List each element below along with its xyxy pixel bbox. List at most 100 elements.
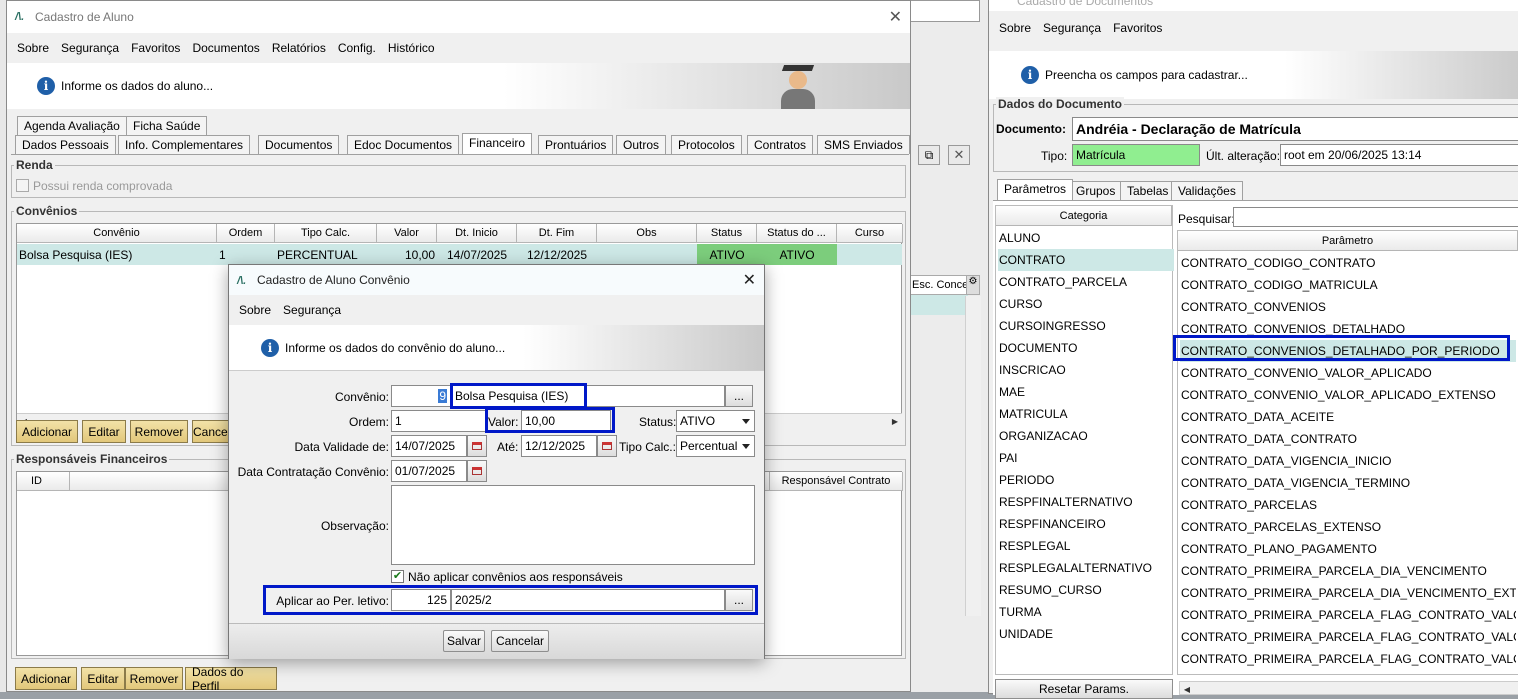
parametro-item[interactable]: CONTRATO_CONVENIOS_DETALHADO bbox=[1180, 318, 1516, 340]
contratacao-field[interactable]: 01/07/2025 bbox=[391, 460, 467, 482]
pesquisar-input[interactable] bbox=[1233, 207, 1518, 227]
categoria-header[interactable]: Categoria bbox=[996, 206, 1172, 226]
categoria-item[interactable]: RESPFINANCEIRO bbox=[998, 513, 1174, 535]
close-icon[interactable]: ✕ bbox=[889, 7, 902, 27]
convenio-code-field[interactable]: 9 bbox=[391, 385, 451, 407]
external-link-button[interactable]: ⧉ bbox=[918, 145, 940, 165]
parametro-item[interactable]: CONTRATO_DATA_VIGENCIA_INICIO bbox=[1180, 450, 1516, 472]
convenio-remover-button[interactable]: Remover bbox=[130, 420, 188, 443]
parametro-item[interactable]: CONTRATO_CONVENIOS bbox=[1180, 296, 1516, 318]
convenio-name-field[interactable]: Bolsa Pesquisa (IES) bbox=[451, 385, 725, 407]
tab-documentos[interactable]: Documentos bbox=[258, 135, 340, 154]
doc-tab-grupos[interactable]: Grupos bbox=[1069, 181, 1123, 200]
parametro-item[interactable]: CONTRATO_PRIMEIRA_PARCELA_FLAG_CONTRATO_… bbox=[1180, 604, 1516, 626]
parametro-item[interactable]: CONTRATO_DATA_ACEITE bbox=[1180, 406, 1516, 428]
tab-ficha-saude[interactable]: Ficha Saúde bbox=[126, 116, 208, 135]
doc-tab-parametros[interactable]: Parâmetros bbox=[997, 179, 1074, 200]
categoria-item[interactable]: ORGANIZACAO bbox=[998, 425, 1174, 447]
categoria-item[interactable]: CURSO bbox=[998, 293, 1174, 315]
doc-menu-sobre[interactable]: Sobre bbox=[999, 21, 1031, 35]
cancelar-button[interactable]: Cancelar bbox=[491, 630, 549, 652]
categoria-item[interactable]: MAE bbox=[998, 381, 1174, 403]
categoria-item[interactable]: RESPFINALTERNATIVO bbox=[998, 491, 1174, 513]
col-dt-inicio[interactable]: Dt. Inicio bbox=[437, 224, 517, 243]
table-row[interactable]: Bolsa Pesquisa (IES) 1 PERCENTUAL 10,00 … bbox=[17, 244, 902, 265]
convenio-editar-button[interactable]: Editar bbox=[82, 420, 126, 443]
doc-tab-tabelas[interactable]: Tabelas bbox=[1120, 181, 1176, 200]
menu-historico[interactable]: Histórico bbox=[388, 41, 435, 55]
menu-sobre[interactable]: Sobre bbox=[17, 41, 49, 55]
resp-remover-button[interactable]: Remover bbox=[125, 667, 183, 690]
validade-field[interactable]: 14/07/2025 bbox=[391, 435, 467, 457]
parametro-item[interactable]: CONTRATO_CONVENIOS_DETALHADO_POR_PERIODO bbox=[1180, 340, 1516, 362]
renda-checkbox[interactable] bbox=[16, 179, 29, 192]
categoria-item[interactable]: CURSOINGRESSO bbox=[998, 315, 1174, 337]
col-obs[interactable]: Obs bbox=[597, 224, 697, 243]
col-valor[interactable]: Valor bbox=[377, 224, 437, 243]
col-convenio[interactable]: Convênio bbox=[17, 224, 217, 243]
col-status-do[interactable]: Status do ... bbox=[757, 224, 837, 243]
tab-contratos[interactable]: Contratos bbox=[747, 135, 814, 154]
periodo-name-field[interactable]: 2025/2 bbox=[451, 589, 725, 611]
list-vertical-scrollbar[interactable] bbox=[965, 296, 981, 616]
parametro-item[interactable]: CONTRATO_PRIMEIRA_PARCELA_FLAG_CONTRATO_… bbox=[1180, 648, 1516, 670]
menu-favoritos[interactable]: Favoritos bbox=[131, 41, 180, 55]
valor-field[interactable]: 10,00 bbox=[521, 410, 611, 432]
tab-financeiro[interactable]: Financeiro bbox=[462, 133, 533, 154]
menu-seguranca[interactable]: Segurança bbox=[61, 41, 119, 55]
categoria-item[interactable]: MATRICULA bbox=[998, 403, 1174, 425]
resp-adicionar-button[interactable]: Adicionar bbox=[15, 667, 77, 690]
tipo-field[interactable]: Matrícula bbox=[1072, 144, 1200, 166]
ate-field[interactable]: 12/12/2025 bbox=[521, 435, 597, 457]
status-select[interactable]: ATIVO bbox=[676, 410, 755, 432]
categoria-item[interactable]: PAI bbox=[998, 447, 1174, 469]
categoria-item[interactable]: INSCRICAO bbox=[998, 359, 1174, 381]
dialog-close-icon[interactable]: ✕ bbox=[743, 270, 756, 290]
categoria-item[interactable]: DOCUMENTO bbox=[998, 337, 1174, 359]
parametro-item[interactable]: CONTRATO_PRIMEIRA_PARCELA_DIA_VENCIMENTO bbox=[1180, 560, 1516, 582]
col-id[interactable]: ID bbox=[17, 472, 70, 491]
close-x-button[interactable]: ✕ bbox=[948, 145, 970, 165]
categoria-item[interactable]: ALUNO bbox=[998, 227, 1174, 249]
col-ordem[interactable]: Ordem bbox=[217, 224, 275, 243]
periodo-search-button[interactable]: ... bbox=[725, 589, 753, 611]
tab-dados-pessoais[interactable]: Dados Pessoais bbox=[15, 135, 116, 154]
calendar-icon[interactable] bbox=[597, 435, 617, 457]
categoria-item[interactable]: CONTRATO_PARCELA bbox=[998, 271, 1174, 293]
doc-tab-validacoes[interactable]: Validações bbox=[1171, 181, 1243, 200]
parametro-item[interactable]: CONTRATO_DATA_VIGENCIA_TERMINO bbox=[1180, 472, 1516, 494]
categoria-item[interactable]: PERIODO bbox=[998, 469, 1174, 491]
tab-info-complementares[interactable]: Info. Complementares bbox=[118, 135, 251, 154]
tab-outros[interactable]: Outros bbox=[616, 135, 667, 154]
categoria-item[interactable]: TURMA bbox=[998, 601, 1174, 623]
col-responsavel-contrato[interactable]: Responsável Contrato bbox=[770, 472, 903, 491]
documento-field[interactable]: Andréia - Declaração de Matrícula bbox=[1072, 117, 1518, 141]
parametro-item[interactable]: CONTRATO_DATA_CONTRATO bbox=[1180, 428, 1516, 450]
doc-menu-favoritos[interactable]: Favoritos bbox=[1113, 21, 1162, 35]
resp-dados-perfil-button[interactable]: Dados do Perfil bbox=[185, 665, 277, 693]
tab-protocolos[interactable]: Protocolos bbox=[671, 135, 742, 154]
parametro-horizontal-scrollbar[interactable]: ◀ bbox=[1179, 681, 1518, 695]
col-dt-fim[interactable]: Dt. Fim bbox=[517, 224, 597, 243]
categoria-item[interactable]: RESUMO_CURSO bbox=[998, 579, 1174, 601]
resetar-params-button[interactable]: Resetar Params. bbox=[995, 679, 1173, 699]
observacao-textarea[interactable] bbox=[391, 485, 755, 565]
menu-config[interactable]: Config. bbox=[338, 41, 376, 55]
tab-edoc-documentos[interactable]: Edoc Documentos bbox=[347, 135, 460, 154]
col-curso[interactable]: Curso bbox=[837, 224, 903, 243]
parametro-item[interactable]: CONTRATO_CODIGO_CONTRATO bbox=[1180, 252, 1516, 274]
dialog-menu-sobre[interactable]: Sobre bbox=[239, 303, 271, 317]
parametro-item[interactable]: CONTRATO_PRIMEIRA_PARCELA_FLAG_CONTRATO_… bbox=[1180, 626, 1516, 648]
calendar-icon[interactable] bbox=[467, 435, 487, 457]
parametro-item[interactable]: CONTRATO_PARCELAS_EXTENSO bbox=[1180, 516, 1516, 538]
categoria-item[interactable]: CONTRATO bbox=[998, 249, 1174, 271]
calendar-icon[interactable] bbox=[467, 460, 487, 482]
parametro-item[interactable]: CONTRATO_PARCELAS bbox=[1180, 494, 1516, 516]
nao-aplicar-checkbox[interactable]: ✔ bbox=[391, 570, 404, 583]
tipo-calc-select[interactable]: Percentual bbox=[676, 435, 755, 457]
tab-sms-enviados[interactable]: SMS Enviados bbox=[817, 135, 910, 154]
menu-documentos[interactable]: Documentos bbox=[192, 41, 259, 55]
col-status[interactable]: Status bbox=[697, 224, 757, 243]
salvar-button[interactable]: Salvar bbox=[443, 630, 485, 652]
parametro-item[interactable]: CONTRATO_CODIGO_MATRICULA bbox=[1180, 274, 1516, 296]
